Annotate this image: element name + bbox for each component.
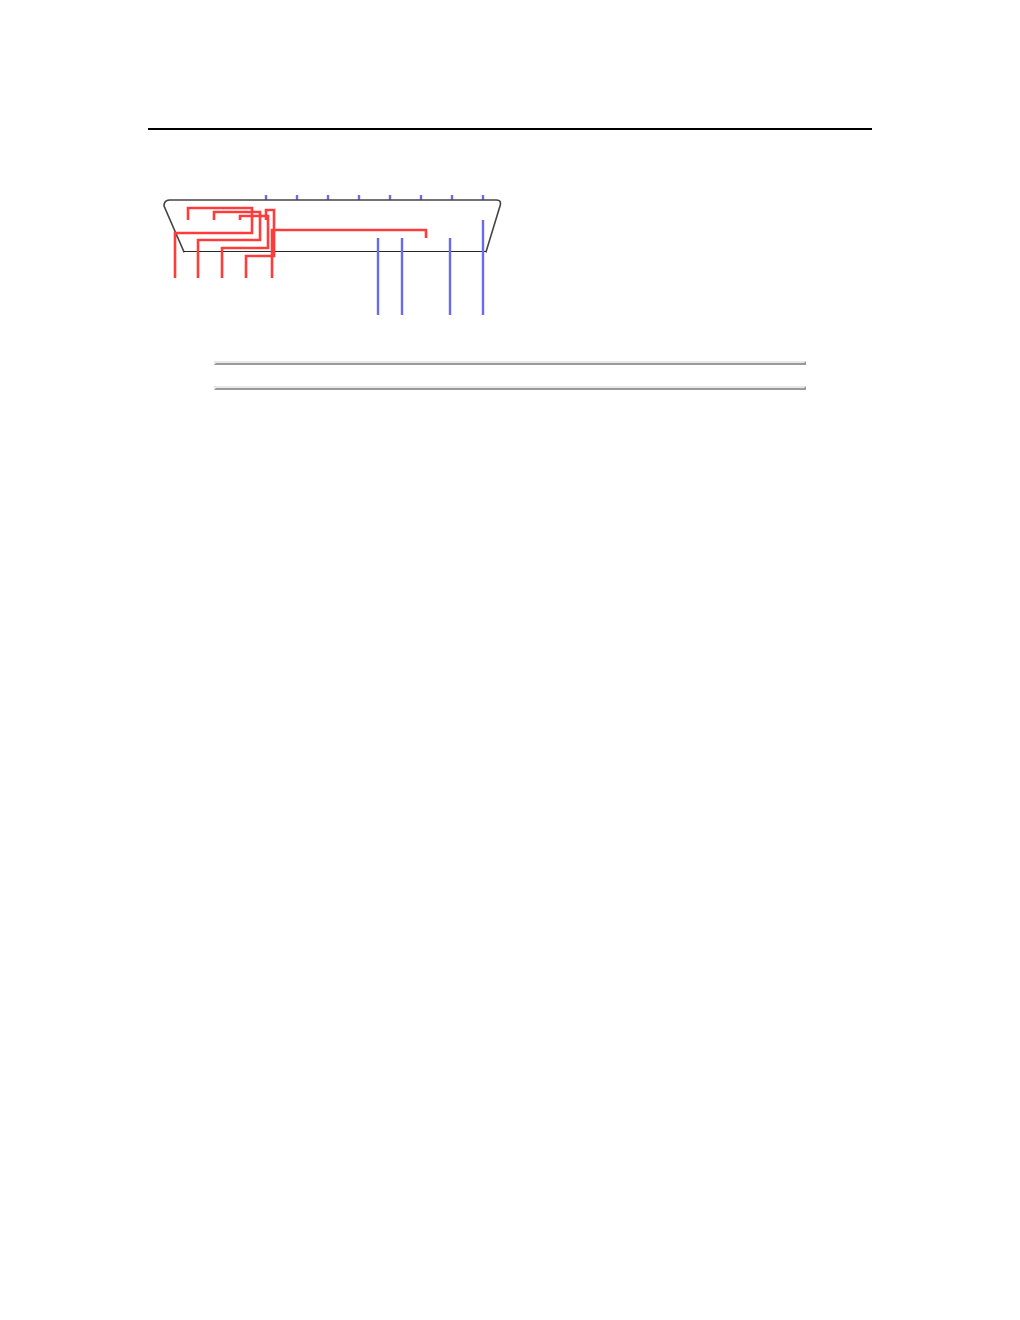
- title-divider: [148, 128, 872, 130]
- parallel-port-figure: [148, 160, 872, 340]
- document-page: [0, 0, 1020, 1320]
- spp-status-port-table: [214, 386, 806, 390]
- page-title: [148, 0, 821, 122]
- document-content: [148, 0, 872, 393]
- connector-diagram-svg: [163, 195, 502, 315]
- spp-data-port-table: [214, 361, 806, 365]
